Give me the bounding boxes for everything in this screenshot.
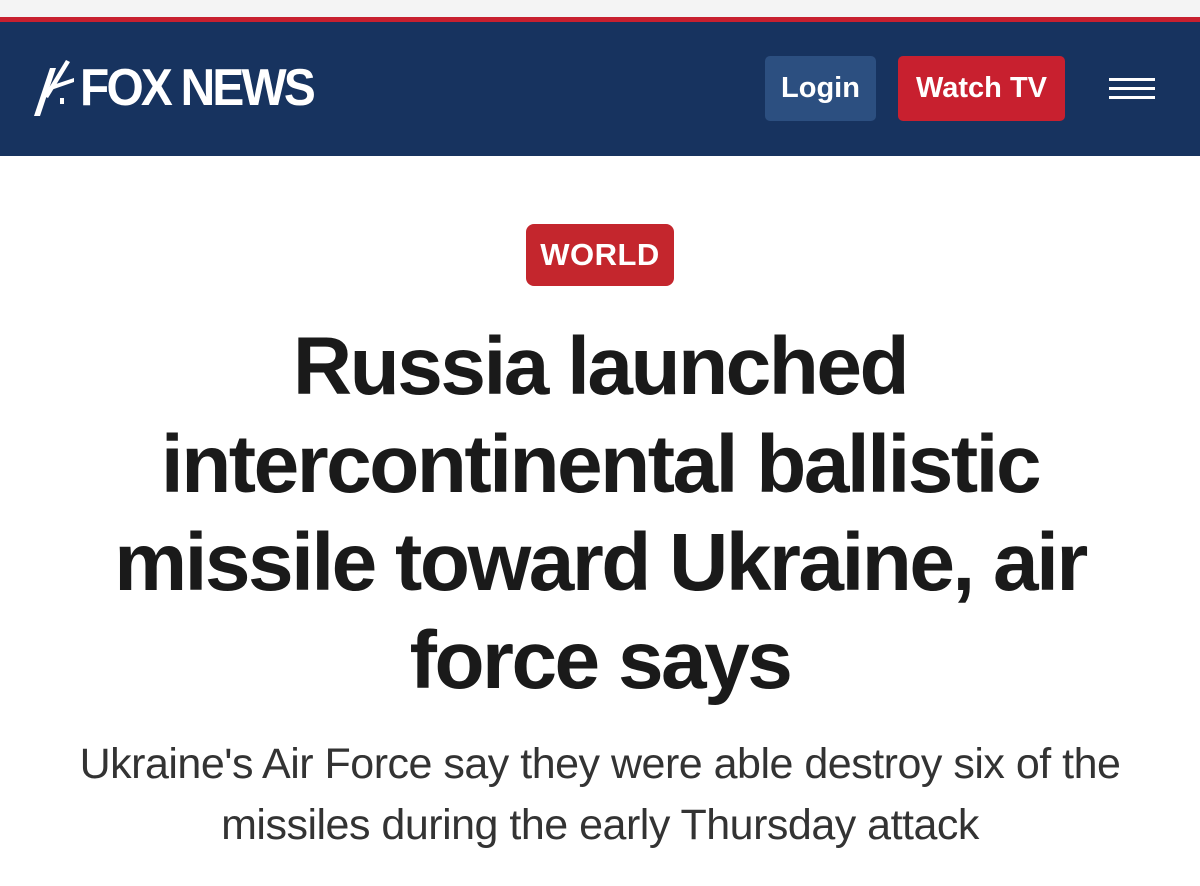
category-badge[interactable]: WORLD	[526, 224, 674, 286]
menu-line	[1109, 96, 1155, 99]
login-button[interactable]: Login	[765, 56, 876, 121]
top-strip	[0, 0, 1200, 17]
hamburger-menu-icon[interactable]	[1102, 70, 1162, 106]
fox-news-logo[interactable]: FOX NEWS	[30, 56, 333, 120]
article-subheadline: Ukraine's Air Force say they were able d…	[79, 740, 1121, 849]
menu-line	[1109, 78, 1155, 81]
article-headline: Russia launched intercontinental ballist…	[114, 321, 1088, 706]
menu-line	[1109, 87, 1155, 90]
watch-tv-button[interactable]: Watch TV	[898, 56, 1065, 121]
searchlight-logo-icon	[30, 56, 78, 120]
logo-text: FOX NEWS	[80, 59, 316, 117]
site-header: FOX NEWS Login Watch TV	[0, 22, 1200, 156]
